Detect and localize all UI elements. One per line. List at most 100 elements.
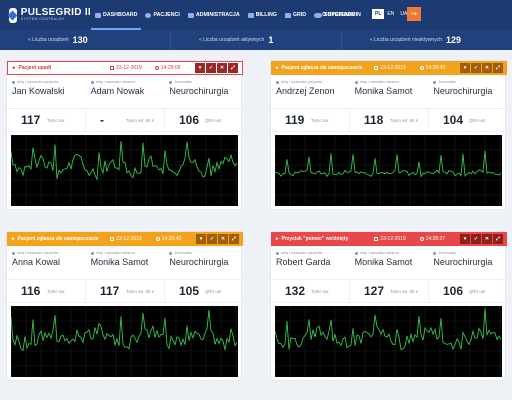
lang-en[interactable]: EN (384, 9, 397, 19)
alert-time-text: 14:29:09 (161, 65, 181, 71)
qrs-label: QRS usr. (469, 117, 486, 123)
mute-button[interactable]: ✕ (482, 63, 492, 73)
confirm-button[interactable]: ✓ (471, 234, 481, 244)
unit-name: Neurochirurgia (433, 86, 493, 96)
nav-grid[interactable]: GRID (281, 0, 310, 30)
admin-icon (187, 12, 194, 18)
vitals-row: 119 Tętno usr. 118 Tętno usr. 60 s 104 QRS … (271, 108, 507, 132)
nav-billing[interactable]: BILLING (244, 0, 281, 30)
mute-button[interactable]: ✕ (218, 234, 228, 244)
lang-pl[interactable]: PL (372, 9, 385, 19)
unit-icon (169, 80, 173, 84)
expand-arrow-icon[interactable]: ▸ (276, 236, 279, 242)
patient-icon (276, 80, 279, 84)
unit-field-label: Jednostka (438, 251, 456, 255)
doctor-field: Imię i nazwisko lekarza Monika Samot (350, 77, 429, 107)
language-switcher: PL EN UA (372, 9, 410, 19)
patient-field-label: Imię i nazwisko pacjenta (281, 80, 323, 84)
vital-qrs: 104 QRS usr. (428, 109, 507, 131)
card-actions: ▾ ✓ ✕ ⤢ (194, 63, 238, 73)
vital-heart-rate: 117 Tętno usr. (7, 109, 85, 131)
confirm-button[interactable]: ✓ (207, 234, 217, 244)
heart-rate-60-label: Tętno usr. 60 s (126, 117, 154, 123)
stat-label: « Liczba urządzeń nieaktywnych (370, 37, 442, 43)
confirm-button[interactable]: ✓ (471, 63, 481, 73)
ecg-waveform (274, 305, 502, 377)
doctor-icon (354, 251, 358, 255)
print-button[interactable]: ▾ (460, 234, 470, 244)
patient-card: ▸ Pacjent upadł 23-12-2019 14:29:09 ▾ ✓ … (6, 60, 243, 210)
unit-icon (433, 80, 437, 84)
doctor-field: Imię i nazwisko lekarza Adam Nowak (86, 77, 165, 107)
expand-arrow-icon[interactable]: ▸ (12, 236, 15, 242)
heart-rate-60-label: Tętno usr. 60 s (126, 288, 154, 294)
patient-icon (12, 80, 15, 84)
stat-active-devices[interactable]: « Liczba urządzeń aktywnych 1 (170, 30, 341, 50)
alert-time-text: 14:28:43 (425, 65, 446, 71)
qrs-label: QRS usr. (205, 288, 222, 294)
heart-rate-60-label: Tętno usr. 60 s (390, 288, 418, 294)
doctor-name[interactable]: Adam Nowak (91, 86, 165, 96)
doctor-icon (90, 251, 94, 255)
heart-rate-label: Tętno usr. (47, 288, 66, 294)
stat-devices[interactable]: « Liczba urządzeń 130 (0, 30, 170, 50)
patient-icon (12, 251, 15, 255)
qrs-value: 106 (443, 284, 464, 298)
app-logo[interactable]: PULSEGRID II SYSTEM CENTRALNY (7, 7, 91, 23)
patient-name[interactable]: Jan Kowalski (12, 86, 86, 96)
stat-value: 1 (268, 35, 274, 45)
confirm-button[interactable]: ✓ (206, 63, 216, 73)
nav-administration[interactable]: ADMINISTRACJA (184, 0, 244, 30)
nav-dashboard[interactable]: DASHBOARD (91, 0, 141, 30)
doctor-name[interactable]: Monika Samot (91, 257, 165, 267)
expand-arrow-icon[interactable]: ▸ (276, 65, 279, 71)
alert-header: ▸ Pacjent zgłasza złe samopoczucie 23-12… (271, 61, 507, 75)
patients-icon (145, 12, 152, 18)
patient-field: Imię i nazwisko pacjenta Anna Kowal (7, 248, 86, 278)
fullscreen-button[interactable]: ⤢ (229, 234, 239, 244)
patient-name[interactable]: Robert Garda (276, 257, 350, 267)
grid-icon (284, 12, 291, 18)
print-button[interactable]: ▾ (195, 63, 205, 73)
fullscreen-button[interactable]: ⤢ (228, 63, 238, 73)
patient-name[interactable]: Anna Kowal (12, 257, 86, 267)
expand-arrow-icon[interactable]: ▸ (13, 65, 16, 71)
card-actions: ▾ ✓ ✕ ⤢ (195, 234, 239, 244)
patient-field: Imię i nazwisko pacjenta Jan Kowalski (7, 77, 86, 107)
patient-info: Imię i nazwisko pacjenta Andrzej Zenon I… (271, 77, 507, 107)
alert-status: Pacjent zgłasza złe samopoczucie (281, 65, 363, 71)
doctor-name[interactable]: Monika Samot (355, 86, 429, 96)
nav-label: GRID (292, 12, 307, 18)
fullscreen-button[interactable]: ⤢ (493, 63, 503, 73)
doctor-name[interactable]: Monika Samot (355, 257, 429, 267)
app-subtitle: SYSTEM CENTRALNY (20, 17, 65, 22)
ecg-chart (10, 134, 238, 206)
heart-rate-label: Tętno usr. (47, 117, 66, 123)
ecg-waveform (10, 305, 238, 377)
heart-rate-label: Tętno usr. (311, 288, 330, 294)
nav-patients[interactable]: PACJENCI (141, 0, 183, 30)
alert-header: ▸ Pacjent upadł 23-12-2019 14:29:09 ▾ ✓ … (7, 61, 243, 75)
qrs-label: QRS usr. (469, 288, 486, 294)
nav-label: BILLING (255, 12, 277, 18)
alert-status: Przycisk "pomoc" wciśnięty (281, 236, 349, 242)
clock-icon (419, 237, 424, 241)
mute-button[interactable]: ✕ (217, 63, 227, 73)
patient-card: ▸ Pacjent zgłasza złe samopoczucie 23-12… (270, 60, 507, 210)
heart-rate-value: 117 (21, 113, 41, 127)
stat-inactive-devices[interactable]: « Liczba urządzeń nieaktywnych 129 (341, 30, 512, 50)
user-menu[interactable]: SUPER ADMIN (316, 0, 361, 30)
patient-name[interactable]: Andrzej Zenon (276, 86, 350, 96)
calendar-icon (110, 66, 115, 70)
print-button[interactable]: ▾ (196, 234, 206, 244)
print-button[interactable]: ▾ (460, 63, 470, 73)
stat-label: « Liczba urządzeń (28, 37, 69, 43)
ecg-trace (274, 308, 502, 351)
vital-heart-rate-60: 118 Tętno usr. 60 s (349, 109, 428, 131)
patient-field-label: Imię i nazwisko pacjenta (17, 80, 59, 84)
mute-button[interactable]: ✕ (482, 234, 492, 244)
fullscreen-button[interactable]: ⤢ (493, 234, 503, 244)
logout-button[interactable]: ↪ (407, 7, 421, 21)
heart-rate-60-value: 127 (364, 284, 385, 298)
vital-qrs: 106 QRS usr. (164, 109, 243, 131)
